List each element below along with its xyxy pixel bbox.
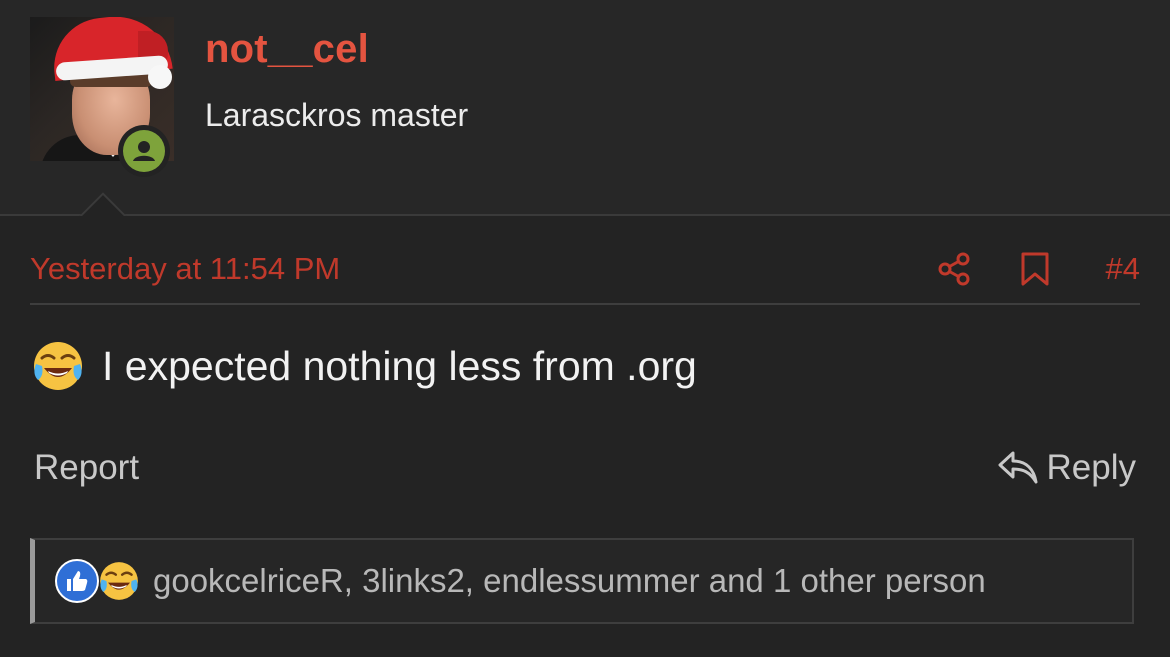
reply-button[interactable]: Reply <box>997 448 1136 488</box>
thumbs-up-icon <box>67 571 88 591</box>
post-page: not__cel Larasckros master Yesterday at … <box>0 0 1170 657</box>
post-pointer-arrow <box>74 187 130 216</box>
online-status-badge <box>118 125 170 177</box>
reaction-summary[interactable]: gookcelriceR, 3links2, endlessummer and … <box>153 562 986 600</box>
santa-hat-pom <box>148 65 172 89</box>
like-icon <box>55 559 99 603</box>
reply-arrow-icon <box>998 451 1038 484</box>
user-title: Larasckros master <box>205 97 469 133</box>
post-meta-bar: Yesterday at 11:54 PM #4 <box>30 243 1140 305</box>
report-link[interactable]: Report <box>34 448 139 488</box>
reply-label: Reply <box>1046 448 1136 487</box>
post-body: I expected nothing less from .org <box>30 336 697 396</box>
tears-of-joy-icon <box>100 562 138 600</box>
post-number-link[interactable]: #4 <box>1106 251 1140 287</box>
tears-of-joy-emoji-icon <box>34 342 82 390</box>
post-message: I expected nothing less from .org <box>102 342 697 389</box>
username-link[interactable]: not__cel <box>205 27 369 72</box>
user-online-icon <box>133 141 155 161</box>
share-icon[interactable] <box>936 251 972 287</box>
reactions-bar[interactable]: gookcelriceR, 3links2, endlessummer and … <box>30 538 1134 624</box>
bookmark-icon[interactable] <box>1019 251 1051 287</box>
post-timestamp[interactable]: Yesterday at 11:54 PM <box>30 251 340 287</box>
user-header: not__cel Larasckros master <box>0 0 1170 216</box>
